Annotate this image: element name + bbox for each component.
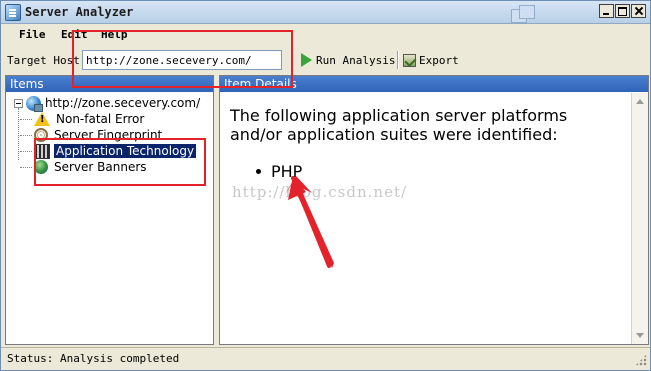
tree-item-server-fingerprint[interactable]: Server Fingerprint xyxy=(20,127,164,143)
application-technology-icon xyxy=(34,143,50,159)
window-title: Server Analyzer xyxy=(25,5,134,19)
run-analysis-button[interactable]: Run Analysis xyxy=(301,51,395,69)
menu-help[interactable]: Help xyxy=(101,28,128,41)
tree-item-label: Non-fatal Error xyxy=(56,112,145,126)
close-button[interactable] xyxy=(631,4,646,18)
target-host-input[interactable] xyxy=(82,50,282,70)
minimize-button[interactable] xyxy=(599,4,614,18)
status-text: Status: Analysis completed xyxy=(7,352,180,365)
scroll-up-arrow-icon[interactable] xyxy=(636,99,644,104)
network-globe-icon xyxy=(26,95,43,112)
target-host-label: Target Host: xyxy=(7,54,87,67)
tree-item-application-technology[interactable]: Application Technology xyxy=(20,143,197,159)
export-icon xyxy=(403,53,416,67)
toolbar: Target Host: Run Analysis Export xyxy=(1,48,650,72)
item-details-header: Item Details xyxy=(220,76,648,92)
menu-file[interactable]: File xyxy=(19,28,46,41)
tree-connector-line xyxy=(18,108,20,160)
warning-icon xyxy=(34,112,50,126)
items-pane-header: Items xyxy=(6,76,213,92)
play-icon xyxy=(301,53,312,67)
collapse-icon[interactable] xyxy=(14,98,23,108)
status-bar: Status: Analysis completed xyxy=(1,347,650,369)
window-controls xyxy=(598,4,646,23)
tree-item-label: Application Technology xyxy=(54,144,197,158)
item-details-pane: Item Details The following application s… xyxy=(219,75,649,345)
resize-grip-icon[interactable] xyxy=(635,354,647,366)
tree-root-label: http://zone.secevery.com/ xyxy=(45,96,201,110)
result-php: PHP xyxy=(271,162,303,181)
maximize-button[interactable] xyxy=(615,4,630,18)
export-button[interactable]: Export xyxy=(403,51,459,69)
globe-icon xyxy=(34,160,48,174)
title-bar[interactable]: Server Analyzer xyxy=(1,1,650,24)
details-scrollbar[interactable] xyxy=(631,93,648,344)
toolbar-separator xyxy=(397,51,399,69)
background-window-icon xyxy=(509,5,539,25)
items-pane: Items http://zone.secevery.com/ Non-fata… xyxy=(5,75,214,345)
tree-item-label: Server Banners xyxy=(54,160,147,174)
app-icon xyxy=(5,4,21,21)
menu-bar: File Edit Help xyxy=(1,26,650,44)
export-label: Export xyxy=(419,53,459,67)
fingerprint-icon xyxy=(34,128,48,142)
details-description: The following application server platfor… xyxy=(230,106,568,144)
scroll-down-arrow-icon[interactable] xyxy=(636,333,644,338)
bullet-icon xyxy=(256,169,261,174)
tree-item-non-fatal-error[interactable]: Non-fatal Error xyxy=(20,111,146,127)
menu-edit[interactable]: Edit xyxy=(61,28,88,41)
tree-item-label: Server Fingerprint xyxy=(54,128,163,142)
tree-root-node[interactable]: http://zone.secevery.com/ xyxy=(14,95,201,112)
items-tree: http://zone.secevery.com/ Non-fatal Erro… xyxy=(6,93,213,344)
server-analyzer-window: Server Analyzer File Edit Help Target Ho… xyxy=(0,0,651,371)
run-analysis-label: Run Analysis xyxy=(316,53,396,67)
tree-item-server-banners[interactable]: Server Banners xyxy=(20,159,149,175)
result-list-item: PHP xyxy=(256,162,302,181)
